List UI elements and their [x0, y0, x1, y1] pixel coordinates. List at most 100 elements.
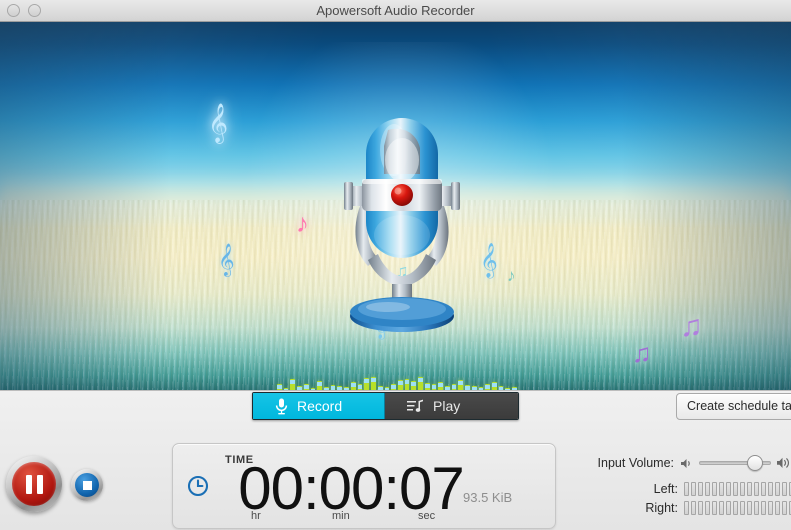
meter-segment — [733, 482, 738, 496]
visualizer-peak — [304, 385, 309, 389]
meter-segment — [747, 501, 752, 515]
timer-panel: TIME 00:00:07 93.5 KiB hr min sec — [172, 443, 556, 529]
input-volume-slider[interactable] — [699, 456, 771, 470]
visualizer-peak — [452, 385, 457, 389]
left-channel-meter-row: Left: — [630, 482, 791, 496]
visualizer-bar — [411, 381, 416, 390]
meter-segment — [747, 482, 752, 496]
meter-segment — [691, 482, 696, 496]
audio-spectrum-visualizer — [277, 375, 517, 390]
visualizer-bar — [398, 380, 403, 390]
window-title: Apowersoft Audio Recorder — [0, 0, 791, 21]
visualizer-peak — [492, 383, 497, 387]
right-channel-meter-row: Right: — [630, 501, 791, 515]
visualizer-peak — [371, 378, 376, 382]
meter-segment — [712, 482, 717, 496]
audio-recorder-window: Apowersoft Audio Recorder 𝄞 ♪ 𝄞 𝄞 ♪ 𝄞 ♫ … — [0, 0, 791, 530]
visualizer-peak — [458, 381, 463, 385]
meter-segment — [726, 482, 731, 496]
playlist-note-icon — [407, 398, 424, 414]
right-channel-meter — [684, 501, 791, 515]
visualizer-peak — [425, 384, 430, 388]
visualizer-peak — [351, 383, 356, 387]
timer-unit-minutes: min — [332, 510, 350, 522]
clock-icon — [187, 475, 209, 497]
meter-segment — [684, 482, 689, 496]
meter-segment — [740, 482, 745, 496]
meter-segment — [719, 501, 724, 515]
visualizer-peak — [364, 379, 369, 383]
visualizer-bar — [425, 383, 430, 390]
meter-segment — [705, 501, 710, 515]
pause-icon — [12, 462, 56, 506]
visualizer-bar — [492, 382, 497, 390]
visualizer-peak — [405, 380, 410, 384]
input-volume-label: Input Volume: — [598, 456, 674, 470]
title-bar: Apowersoft Audio Recorder — [0, 0, 791, 22]
meter-segment — [768, 501, 773, 515]
visualizer-peak — [418, 378, 423, 382]
visualizer-bar — [317, 381, 322, 390]
tab-record[interactable]: Record — [253, 393, 385, 419]
tab-record-label: Record — [297, 398, 342, 414]
vignette-left — [0, 22, 170, 390]
mode-tabs: Record Play — [252, 392, 519, 420]
meter-segment — [768, 482, 773, 496]
speaker-low-icon[interactable] — [680, 457, 694, 470]
meter-segment — [698, 482, 703, 496]
visualizer-bar — [438, 382, 443, 390]
input-volume-row: Input Volume: — [598, 456, 790, 470]
meter-segment — [740, 501, 745, 515]
vignette-right — [621, 22, 791, 390]
visualizer-peak — [391, 385, 396, 389]
visualizer-peak — [411, 382, 416, 386]
visualizer-peak — [358, 385, 363, 389]
stop-icon — [75, 473, 99, 497]
tab-play[interactable]: Play — [385, 393, 518, 419]
meter-segment — [775, 482, 780, 496]
visualizer-peak — [277, 385, 282, 389]
meter-segment — [761, 501, 766, 515]
meter-segment — [761, 482, 766, 496]
visualizer-peak — [485, 385, 490, 389]
timer-unit-seconds: sec — [418, 510, 435, 522]
visualizer-peak — [438, 383, 443, 387]
meter-segment — [705, 482, 710, 496]
hero-artwork: 𝄞 ♪ 𝄞 𝄞 ♪ 𝄞 ♫ ♫ ♫ — [0, 22, 791, 390]
meter-segment — [698, 501, 703, 515]
left-channel-meter — [684, 482, 791, 496]
meter-segment — [691, 501, 696, 515]
visualizer-bar — [351, 382, 356, 390]
meter-segment — [726, 501, 731, 515]
visualizer-bar — [418, 377, 423, 390]
visualizer-peak — [290, 380, 295, 384]
meter-segment — [782, 482, 787, 496]
left-channel-label: Left: — [630, 482, 678, 496]
meter-segment — [782, 501, 787, 515]
visualizer-bar — [371, 377, 376, 390]
timer-unit-hours: hr — [251, 510, 261, 522]
meter-segment — [775, 501, 780, 515]
meter-segment — [754, 482, 759, 496]
treble-clef-glow-icon: 𝄞 — [208, 106, 228, 140]
speaker-high-icon[interactable] — [776, 456, 790, 470]
recording-file-size: 93.5 KiB — [463, 490, 512, 505]
visualizer-bar — [364, 378, 369, 390]
meter-segment — [719, 482, 724, 496]
visualizer-peak — [398, 381, 403, 385]
tab-play-label: Play — [433, 398, 460, 414]
meter-segment — [733, 501, 738, 515]
meter-segment — [712, 501, 717, 515]
visualizer-bar — [290, 379, 295, 390]
right-channel-label: Right: — [630, 501, 678, 515]
visualizer-bar — [405, 379, 410, 390]
stop-button[interactable] — [71, 469, 103, 501]
microphone-illustration — [332, 100, 472, 340]
microphone-icon — [275, 398, 288, 415]
pause-button[interactable] — [6, 456, 62, 512]
visualizer-peak — [317, 382, 322, 386]
create-schedule-task-button[interactable]: Create schedule task — [676, 393, 791, 420]
visualizer-bar — [458, 380, 463, 390]
slider-knob[interactable] — [747, 455, 763, 471]
visualizer-peak — [432, 385, 437, 389]
